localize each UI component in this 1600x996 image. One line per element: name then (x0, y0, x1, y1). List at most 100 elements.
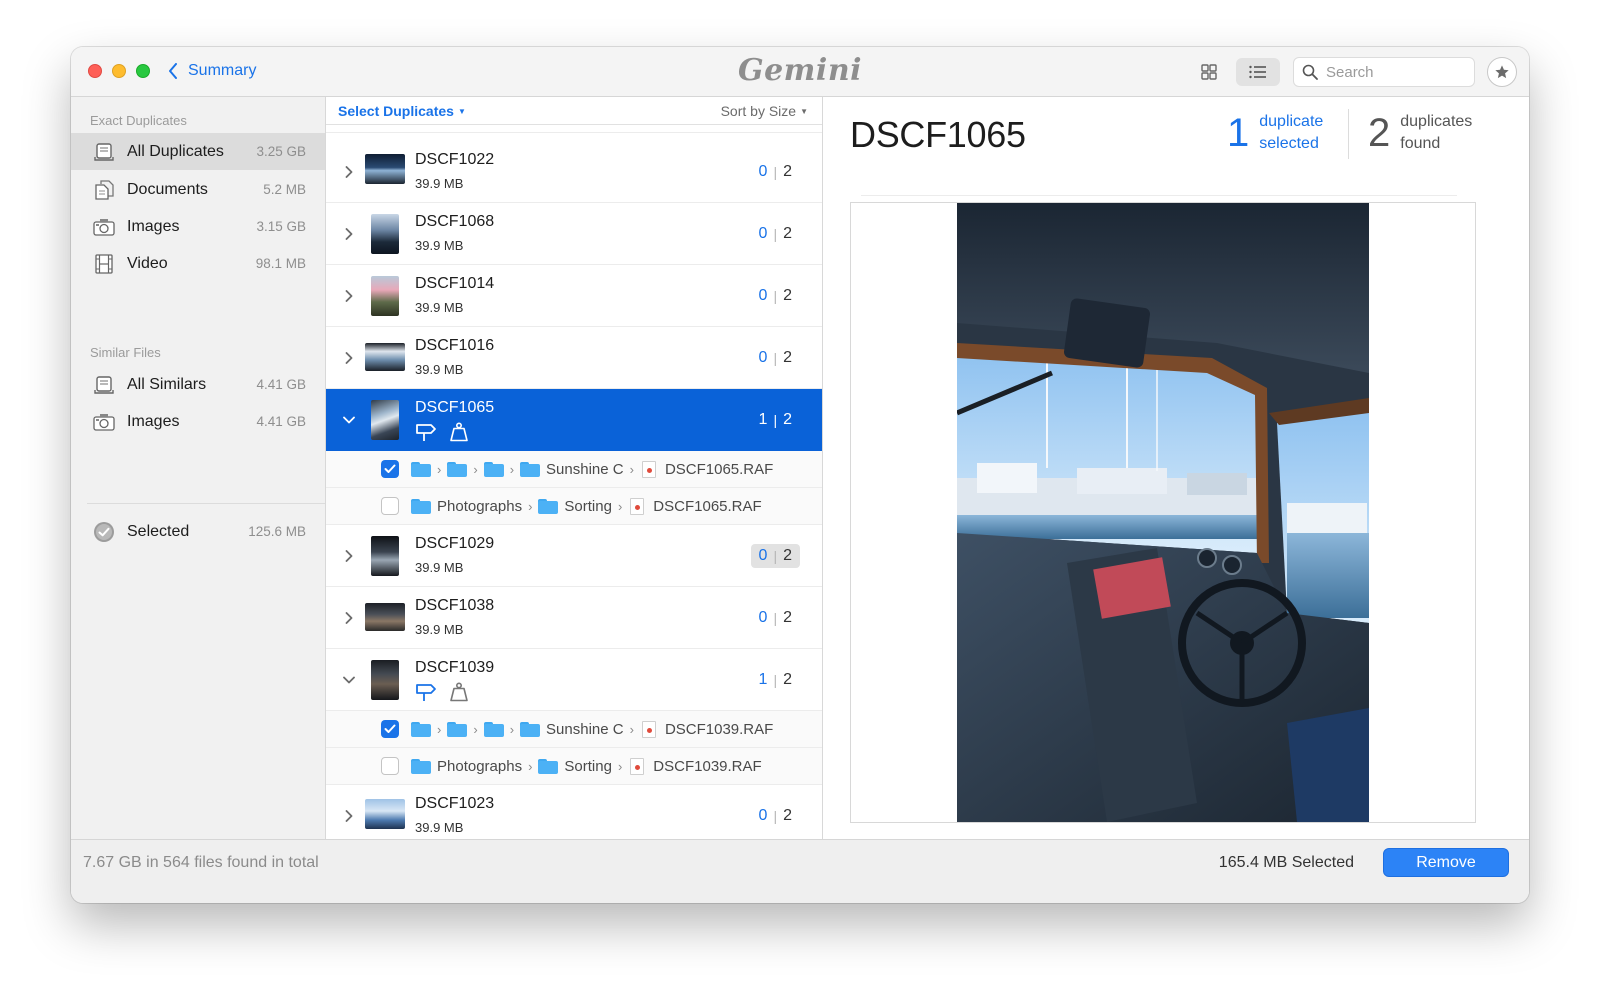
list-view-button[interactable] (1236, 58, 1280, 86)
selected-caption-line1: duplicate (1259, 113, 1324, 130)
group-name: DSCF1023 (415, 795, 495, 812)
sidebar-item-similar-images[interactable]: Images 4.41 GB (71, 403, 325, 440)
path-separator-icon: › (617, 758, 623, 774)
sidebar-item-label: Images (127, 217, 180, 235)
remove-button[interactable]: Remove (1383, 848, 1509, 877)
camera-icon (92, 411, 116, 433)
duplicate-group-row[interactable]: DSCF1014 39.9 MB 0 | 2 (326, 265, 822, 327)
duplicate-count: 0 | 2 (751, 606, 800, 630)
sidebar-item-size: 125.6 MB (248, 524, 306, 539)
checkmark-icon (384, 724, 396, 733)
folder-icon (411, 498, 431, 514)
duplicate-file-row[interactable]: › › › Sunshine C › DSCF1039.RAF (326, 711, 822, 748)
duplicate-file-row[interactable]: Photographs › Sorting › DSCF1039.RAF (326, 748, 822, 785)
chevron-right-icon[interactable] (342, 806, 356, 826)
close-window-button[interactable] (88, 64, 102, 78)
file-name: DSCF1065.RAF (653, 497, 762, 515)
group-name: DSCF1039 (415, 659, 495, 676)
sidebar-item-video[interactable]: Video 98.1 MB (71, 245, 325, 282)
photo-thumbnail (371, 660, 399, 700)
sidebar-item-all-duplicates[interactable]: All Duplicates 3.25 GB (71, 133, 325, 170)
sidebar-item-size: 4.41 GB (256, 414, 306, 429)
photo-thumbnail (371, 400, 399, 440)
selected-caption-line2: selected (1259, 134, 1319, 152)
grid-view-button[interactable] (1195, 59, 1223, 85)
group-size: 39.9 MB (415, 560, 464, 575)
chevron-right-icon[interactable] (342, 224, 356, 244)
path-separator-icon: › (528, 498, 533, 514)
duplicate-group-row[interactable]: DSCF1038 39.9 MB 0 | 2 (326, 587, 822, 649)
raw-file-icon (630, 497, 645, 515)
count-separator: | (773, 226, 778, 242)
detail-title: DSCF1065 (850, 114, 1026, 155)
path-separator-icon: › (473, 461, 478, 477)
duplicate-group-row[interactable]: DSCF1065 1 | 2 (326, 389, 822, 451)
total-count: 2 (783, 547, 792, 564)
group-name: DSCF1016 (415, 337, 495, 354)
chevron-down-icon[interactable] (342, 410, 356, 430)
path-folder-name: Sorting (564, 497, 612, 515)
chevron-left-icon (169, 63, 177, 79)
file-checkbox[interactable] (381, 757, 399, 775)
duplicate-group-row[interactable]: DSCF1039 1 | 2 (326, 649, 822, 711)
favorite-button[interactable] (1487, 57, 1517, 87)
sidebar-item-selected[interactable]: Selected 125.6 MB (71, 513, 325, 550)
count-separator: | (773, 548, 778, 564)
file-name: DSCF1039.RAF (653, 757, 762, 775)
select-duplicates-menu[interactable]: Select Duplicates ▼ (338, 103, 466, 119)
sidebar-item-all-similars[interactable]: All Similars 4.41 GB (71, 366, 325, 403)
caret-down-icon: ▼ (800, 107, 808, 116)
minimize-window-button[interactable] (112, 64, 126, 78)
sort-by-menu[interactable]: Sort by Size ▼ (721, 103, 808, 119)
selected-count: 0 (758, 225, 768, 242)
count-separator: | (773, 288, 778, 304)
sidebar-item-documents[interactable]: Documents 5.2 MB (71, 171, 325, 208)
back-label: Summary (188, 62, 257, 79)
back-to-summary-button[interactable]: Summary (168, 59, 256, 83)
duplicate-group-row[interactable]: DSCF1016 39.9 MB 0 | 2 (326, 327, 822, 389)
chevron-right-icon[interactable] (342, 348, 356, 368)
duplicate-count: 0 | 2 (751, 346, 800, 370)
group-size: 39.9 MB (415, 820, 464, 835)
duplicate-count: 0 | 2 (751, 804, 800, 828)
file-name: DSCF1039.RAF (664, 720, 774, 738)
list-header: Select Duplicates ▼ Sort by Size ▼ (326, 97, 822, 125)
total-count: 2 (783, 807, 792, 824)
file-checkbox[interactable] (381, 720, 399, 738)
chevron-right-icon[interactable] (342, 286, 356, 306)
search-field[interactable] (1293, 57, 1475, 87)
duplicate-file-row[interactable]: Photographs › Sorting › DSCF1065.RAF (326, 488, 822, 525)
file-checkbox[interactable] (381, 497, 399, 515)
path-separator-icon: › (617, 498, 623, 514)
path-separator-icon: › (509, 461, 515, 477)
chevron-right-icon[interactable] (342, 608, 356, 628)
chevron-down-icon[interactable] (342, 670, 356, 690)
duplicate-group-row[interactable]: DSCF1029 39.9 MB 0 | 2 (326, 525, 822, 587)
duplicate-group-row[interactable]: DSCF1022 39.9 MB 0 | 2 (326, 141, 822, 203)
sidebar-item-label: Selected (127, 522, 190, 540)
group-size: 39.9 MB (415, 362, 464, 377)
total-count: 2 (783, 163, 792, 180)
selected-number: 1 (1227, 110, 1250, 155)
folder-icon (483, 461, 504, 477)
path-separator-icon: › (473, 721, 478, 737)
search-icon (1302, 64, 1318, 80)
group-size: 39.9 MB (415, 176, 464, 191)
total-files-summary: 7.67 GB in 564 files found in total (83, 854, 319, 871)
zoom-window-button[interactable] (136, 64, 150, 78)
chevron-right-icon[interactable] (342, 546, 356, 566)
checkmark-icon (384, 464, 396, 473)
duplicate-file-row[interactable]: › › › Sunshine C › DSCF1065.RAF (326, 451, 822, 488)
search-input[interactable] (1326, 63, 1466, 81)
selected-caption: duplicate selected (1259, 111, 1323, 154)
chevron-right-icon[interactable] (342, 162, 356, 182)
group-name: DSCF1022 (415, 151, 495, 168)
path-folder-name: Sorting (564, 757, 612, 775)
duplicate-group-row[interactable]: DSCF1068 39.9 MB 0 | 2 (326, 203, 822, 265)
duplicate-count: 0 | 2 (750, 544, 800, 568)
sidebar-item-images[interactable]: Images 3.15 GB (71, 208, 325, 245)
duplicate-group-row[interactable]: DSCF1023 39.9 MB 0 | 2 (326, 785, 822, 839)
found-caption-line2: found (1400, 134, 1441, 152)
photo-thumbnail (371, 214, 399, 254)
file-checkbox[interactable] (381, 460, 399, 478)
